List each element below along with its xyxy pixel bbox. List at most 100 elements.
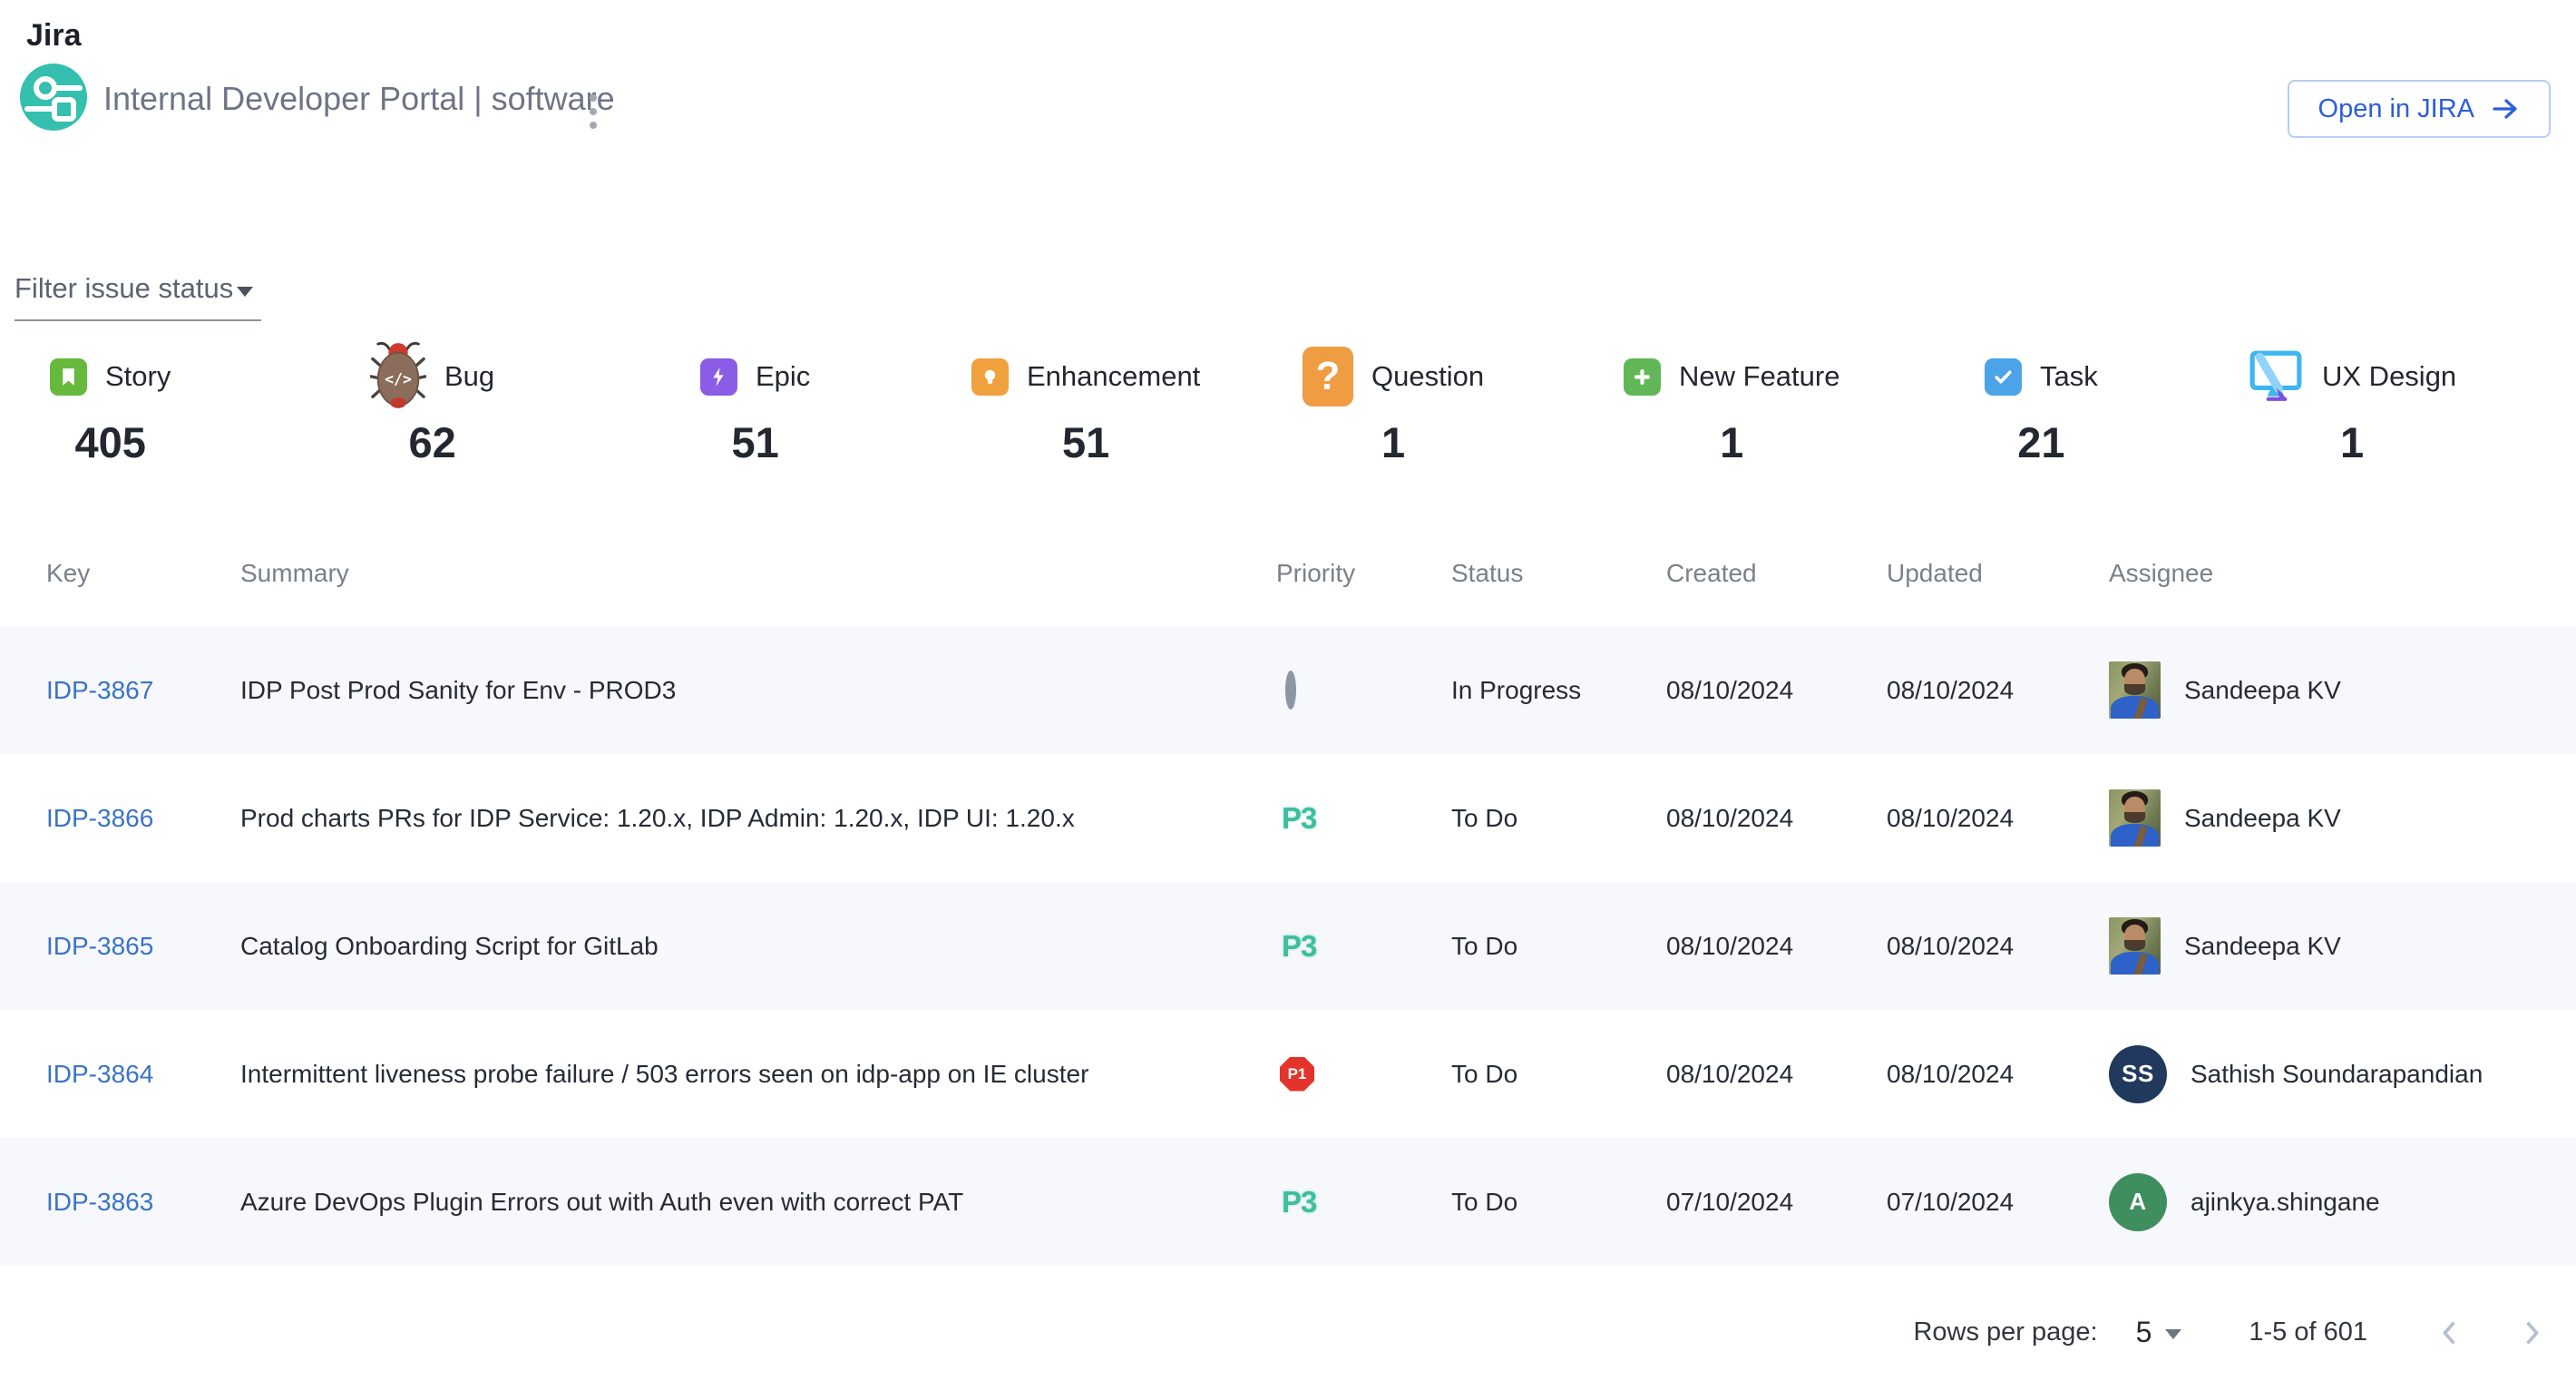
counter-enhancement: Enhancement 51 [971,338,1200,467]
bug-icon: </> [370,338,426,416]
table-row: IDP-3866 Prod charts PRs for IDP Service… [0,754,2576,882]
rows-per-page-value: 5 [2136,1316,2152,1349]
page-title: Jira [26,18,82,54]
issue-status: To Do [1451,1060,1666,1089]
entity-logo-icon [20,64,87,131]
table-row: IDP-3863 Azure DevOps Plugin Errors out … [0,1138,2576,1266]
counter-count: 21 [2017,417,2064,467]
col-header-summary: Summary [240,559,1276,588]
counter-label: Task [2040,360,2098,393]
counter-label: Enhancement [1027,360,1200,393]
issue-created: 08/10/2024 [1666,932,1887,961]
issue-updated: 08/10/2024 [1887,676,2109,705]
col-header-assignee: Assignee [2109,559,2576,588]
issue-status: To Do [1451,1188,1666,1217]
issue-updated: 08/10/2024 [1887,932,2109,961]
issue-key-link[interactable]: IDP-3863 [46,1188,153,1216]
assignee-name: Sandeepa KV [2184,932,2341,961]
counter-count: 1 [2340,417,2364,467]
issue-key-link[interactable]: IDP-3867 [46,676,153,704]
counter-new-feature: New Feature 1 [1624,338,1839,467]
issue-status: In Progress [1451,676,1666,705]
kebab-menu-icon[interactable] [575,85,611,138]
issue-key-link[interactable]: IDP-3865 [46,932,153,960]
table-row: IDP-3865 Catalog Onboarding Script for G… [0,882,2576,1010]
counter-label: New Feature [1679,360,1839,393]
table-body: IDP-3867 IDP Post Prod Sanity for Env - … [0,626,2576,1266]
priority-p1-icon: P1 [1280,1057,1314,1092]
issue-status: To Do [1451,804,1666,833]
assignee-name: Sandeepa KV [2184,676,2341,705]
counter-label: Story [105,360,171,393]
avatar [2109,789,2161,847]
previous-page-button[interactable] [2435,1317,2465,1348]
next-page-button[interactable] [2516,1317,2547,1348]
assignee-name: ajinkya.shingane [2191,1188,2380,1217]
issue-updated: 07/10/2024 [1887,1188,2109,1217]
open-in-jira-label: Open in JIRA [2318,94,2474,124]
table-row: IDP-3864 Intermittent liveness probe fai… [0,1010,2576,1138]
col-header-status: Status [1451,559,1666,588]
rows-per-page-select[interactable]: 5 [2136,1316,2182,1349]
counter-label: Bug [444,360,494,393]
ux-design-icon [2248,347,2304,407]
rows-per-page-label: Rows per page: [1913,1317,2097,1347]
counter-epic: Epic 51 [700,338,810,467]
enhancement-icon [971,358,1009,396]
priority-p3-icon: P3 [1282,1185,1316,1219]
counter-ux-design: UX Design 1 [2248,338,2456,467]
counter-task: Task 21 [1985,338,2098,467]
priority-p3-icon: P3 [1282,801,1316,835]
avatar [2109,917,2161,975]
epic-icon [700,358,737,396]
arrow-right-icon [2491,95,2520,122]
counter-count: 1 [1720,417,1743,467]
assignee-name: Sandeepa KV [2184,804,2341,833]
counter-bug: </> Bug 62 [370,338,494,467]
caret-down-icon [237,287,253,297]
issue-status: To Do [1451,932,1666,961]
story-icon [50,358,87,396]
issue-summary: IDP Post Prod Sanity for Env - PROD3 [240,676,1276,705]
svg-text:</>: </> [385,370,412,387]
chevron-right-icon [2516,1317,2547,1348]
counter-label: UX Design [2322,360,2456,393]
issue-updated: 08/10/2024 [1887,804,2109,833]
counter-label: Epic [756,360,810,393]
counter-count: 51 [1062,417,1109,467]
new-feature-icon [1624,358,1661,396]
col-header-priority: Priority [1276,559,1451,588]
issue-key-link[interactable]: IDP-3866 [46,804,153,832]
issue-updated: 08/10/2024 [1887,1060,2109,1089]
filter-issue-status-label: Filter issue status [15,272,233,305]
issue-summary: Intermittent liveness probe failure / 50… [240,1060,1276,1089]
counter-count: 1 [1381,417,1405,467]
pagination-range: 1-5 of 601 [2249,1317,2367,1347]
priority-p3-icon: P3 [1282,929,1316,963]
jira-plugin-page: Jira Internal Developer Portal | softwar… [0,0,2576,1381]
issue-key-link[interactable]: IDP-3864 [46,1060,153,1088]
issue-summary: Catalog Onboarding Script for GitLab [240,932,1276,961]
chevron-left-icon [2435,1317,2465,1348]
avatar [2109,661,2161,719]
pagination: Rows per page: 5 1-5 of 601 [1913,1316,2547,1349]
entity-name: Internal Developer Portal | software [103,80,615,118]
col-header-created: Created [1666,559,1887,588]
issue-created: 08/10/2024 [1666,804,1887,833]
counter-count: 51 [732,417,779,467]
assignee-name: Sathish Soundarapandian [2191,1060,2483,1089]
avatar: SS [2109,1045,2167,1103]
table-row: IDP-3867 IDP Post Prod Sanity for Env - … [0,626,2576,754]
counter-question: ? Question 1 [1303,338,1484,467]
caret-down-icon [2165,1329,2181,1339]
issue-created: 08/10/2024 [1666,1060,1887,1089]
task-icon [1985,358,2022,396]
counter-story: Story 405 [50,338,171,467]
counter-label: Question [1371,360,1484,393]
open-in-jira-button[interactable]: Open in JIRA [2288,80,2551,138]
counter-count: 405 [74,417,145,467]
filter-issue-status-select[interactable]: Filter issue status [15,272,261,321]
counter-count: 62 [408,417,455,467]
avatar: A [2109,1173,2167,1231]
table-header: Key Summary Priority Status Created Upda… [0,559,2576,588]
